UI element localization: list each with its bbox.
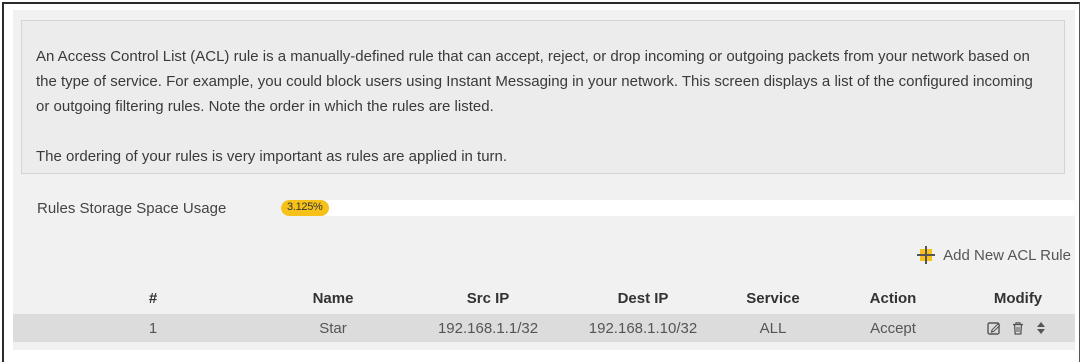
- description-paragraph-1: An Access Control List (ACL) rule is a m…: [36, 48, 1033, 115]
- description-box: An Access Control List (ACL) rule is a m…: [21, 20, 1065, 174]
- header-action: Action: [869, 289, 917, 307]
- table-header: # Name Src IP Dest IP Service Action Mod…: [13, 286, 1075, 310]
- add-new-acl-rule-button[interactable]: Add New ACL Rule: [917, 246, 1071, 264]
- header-dest-ip: Dest IP: [617, 289, 669, 307]
- move-icon[interactable]: [1035, 321, 1049, 335]
- plus-icon: [917, 246, 936, 264]
- row-service: ALL: [759, 319, 787, 337]
- header-index: #: [148, 289, 158, 307]
- row-src-ip: 192.168.1.1/32: [437, 319, 539, 337]
- add-new-acl-rule-label: Add New ACL Rule: [943, 246, 1071, 264]
- header-src-ip: Src IP: [466, 289, 510, 307]
- usage-percent-text: 3.125%: [287, 201, 323, 213]
- header-modify: Modify: [993, 289, 1043, 307]
- edit-icon[interactable]: [987, 321, 1001, 335]
- row-name: Star: [319, 319, 347, 337]
- delete-icon[interactable]: [1011, 321, 1025, 335]
- row-modify: [978, 321, 1058, 335]
- row-dest-ip: 192.168.1.10/32: [588, 319, 698, 337]
- acl-panel: An Access Control List (ACL) rule is a m…: [13, 10, 1079, 350]
- row-index: 1: [148, 319, 158, 337]
- header-service: Service: [746, 289, 800, 307]
- table-row: 1 Star 192.168.1.1/32 192.168.1.10/32 AL…: [13, 314, 1075, 342]
- window-frame: An Access Control List (ACL) rule is a m…: [2, 2, 1080, 362]
- description-paragraph-2: The ordering of your rules is very impor…: [36, 148, 508, 165]
- row-action: Accept: [870, 319, 916, 337]
- header-name: Name: [312, 289, 354, 307]
- usage-progress-bar: 3.125%: [281, 200, 1079, 216]
- usage-label: Rules Storage Space Usage: [37, 200, 227, 217]
